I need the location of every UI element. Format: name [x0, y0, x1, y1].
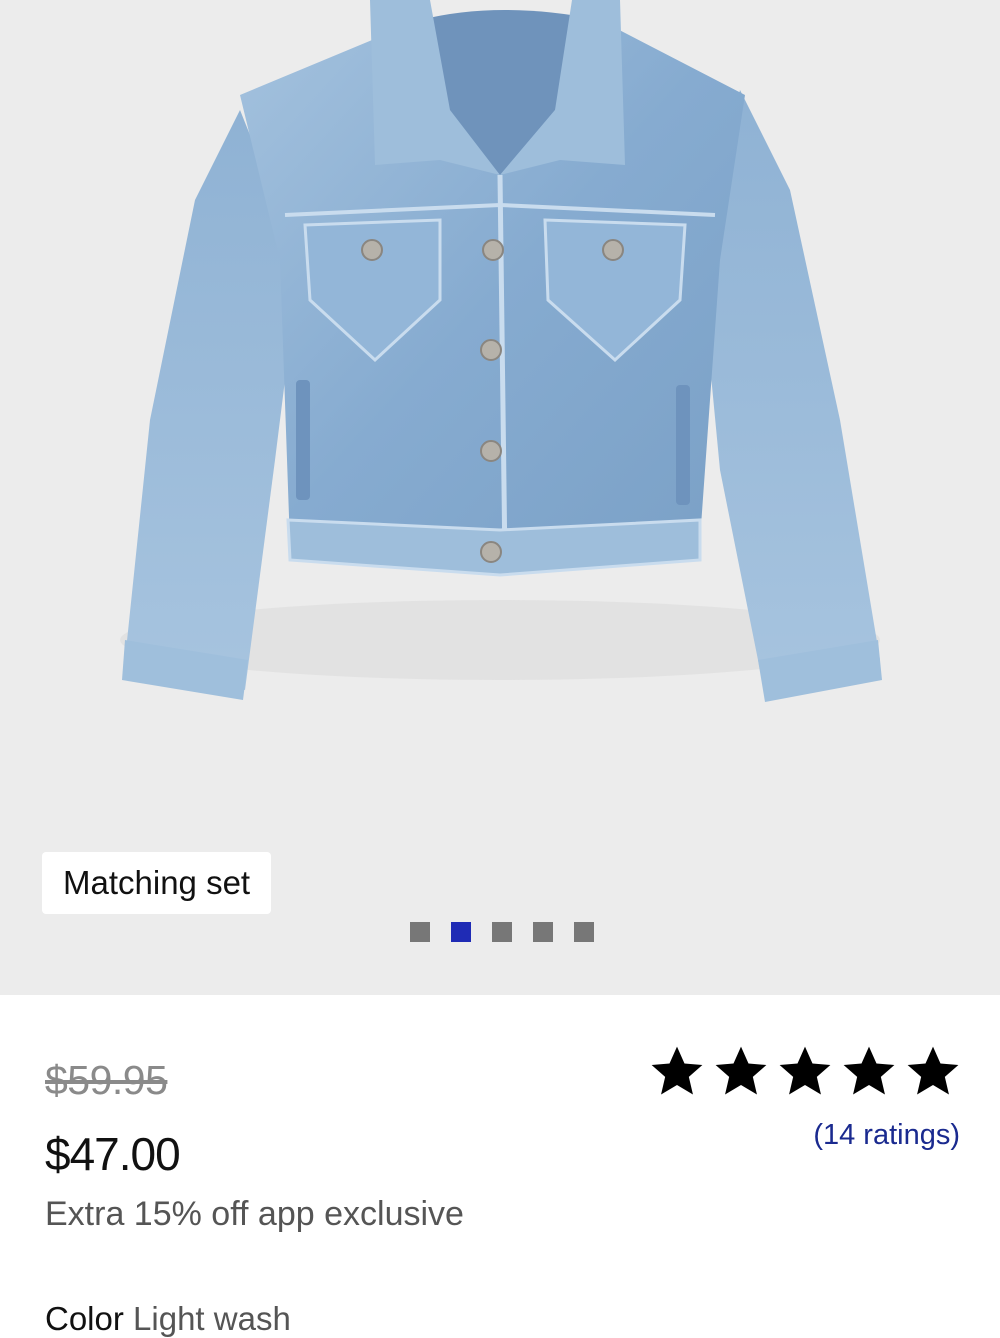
carousel-dot[interactable]: [492, 922, 512, 942]
product-image-gallery[interactable]: Matching set: [0, 0, 1000, 995]
color-value: Light wash: [133, 1300, 291, 1337]
star-icon: [843, 1046, 895, 1095]
carousel-dot-active[interactable]: [451, 922, 471, 942]
star-icon: [715, 1046, 767, 1095]
carousel-dot[interactable]: [533, 922, 553, 942]
original-price: $59.95: [45, 1057, 168, 1103]
denim-jacket-icon: [120, 0, 882, 702]
rating-stars[interactable]: [648, 1043, 962, 1101]
promo-text: Extra 15% off app exclusive: [45, 1195, 464, 1233]
product-info: $59.95 $47.00 Extra 15% off app exclusiv…: [0, 995, 1000, 1337]
star-icon: [907, 1046, 959, 1095]
carousel-dot[interactable]: [410, 922, 430, 942]
carousel-pagination: [410, 922, 594, 942]
star-icon: [779, 1046, 831, 1095]
ratings-link[interactable]: (14 ratings): [813, 1119, 960, 1152]
matching-set-badge[interactable]: Matching set: [42, 852, 272, 914]
star-icon: [651, 1046, 703, 1095]
carousel-dot[interactable]: [574, 922, 594, 942]
sale-price: $47.00: [45, 1128, 181, 1180]
color-selection: Color Light wash: [45, 1300, 291, 1338]
color-label: Color: [45, 1300, 124, 1337]
